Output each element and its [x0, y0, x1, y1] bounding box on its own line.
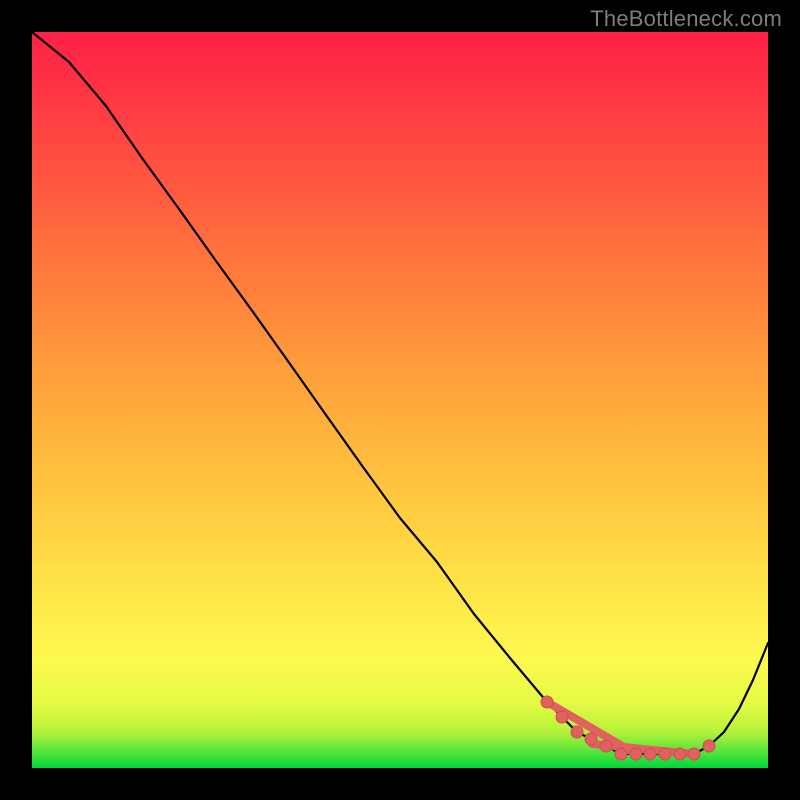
marker-dot [644, 748, 656, 760]
marker-dot [571, 726, 583, 738]
marker-dot [703, 740, 715, 752]
marker-dot [556, 711, 568, 723]
marker-dot [585, 733, 597, 745]
chart-frame: TheBottleneck.com [0, 0, 800, 800]
marker-dot [659, 748, 671, 760]
bottleneck-curve [32, 32, 768, 754]
plot-area [32, 32, 768, 768]
marker-dot [615, 748, 627, 760]
marker-dot [630, 748, 642, 760]
marker-dot [674, 748, 686, 760]
marker-dot [541, 696, 553, 708]
marker-dot [600, 740, 612, 752]
watermark-text: TheBottleneck.com [590, 6, 782, 32]
marker-dot [688, 748, 700, 760]
chart-svg [32, 32, 768, 768]
